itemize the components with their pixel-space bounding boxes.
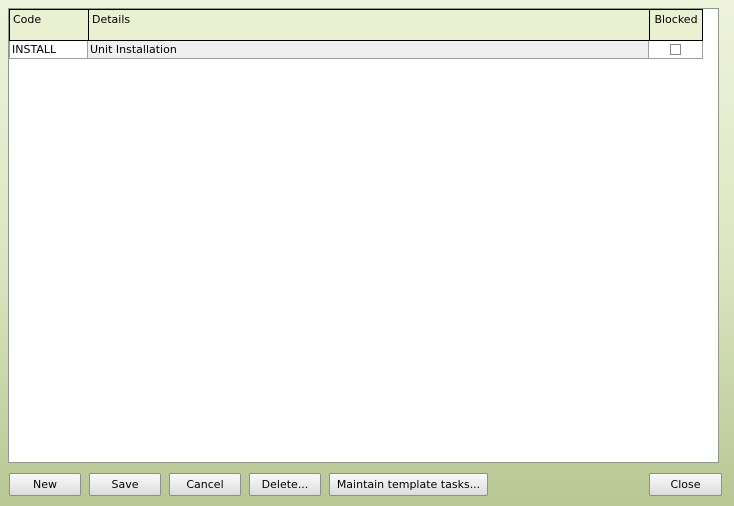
new-button[interactable]: New	[9, 473, 81, 496]
table-row[interactable]: INSTALL Unit Installation	[9, 41, 703, 59]
blocked-checkbox[interactable]	[670, 44, 681, 55]
cell-blocked[interactable]	[649, 41, 702, 58]
delete-button[interactable]: Delete...	[249, 473, 321, 496]
cell-code[interactable]: INSTALL	[10, 41, 88, 58]
grid-header: Code Details Blocked	[9, 9, 703, 41]
cancel-button[interactable]: Cancel	[169, 473, 241, 496]
maintain-template-tasks-button[interactable]: Maintain template tasks...	[329, 473, 488, 496]
column-header-details[interactable]: Details	[89, 10, 650, 40]
column-header-code[interactable]: Code	[10, 10, 89, 40]
cell-details[interactable]: Unit Installation	[88, 41, 649, 58]
close-button[interactable]: Close	[649, 473, 722, 496]
column-header-blocked[interactable]: Blocked	[650, 10, 702, 40]
template-grid[interactable]: Code Details Blocked INSTALL Unit Instal…	[8, 8, 719, 463]
save-button[interactable]: Save	[89, 473, 161, 496]
